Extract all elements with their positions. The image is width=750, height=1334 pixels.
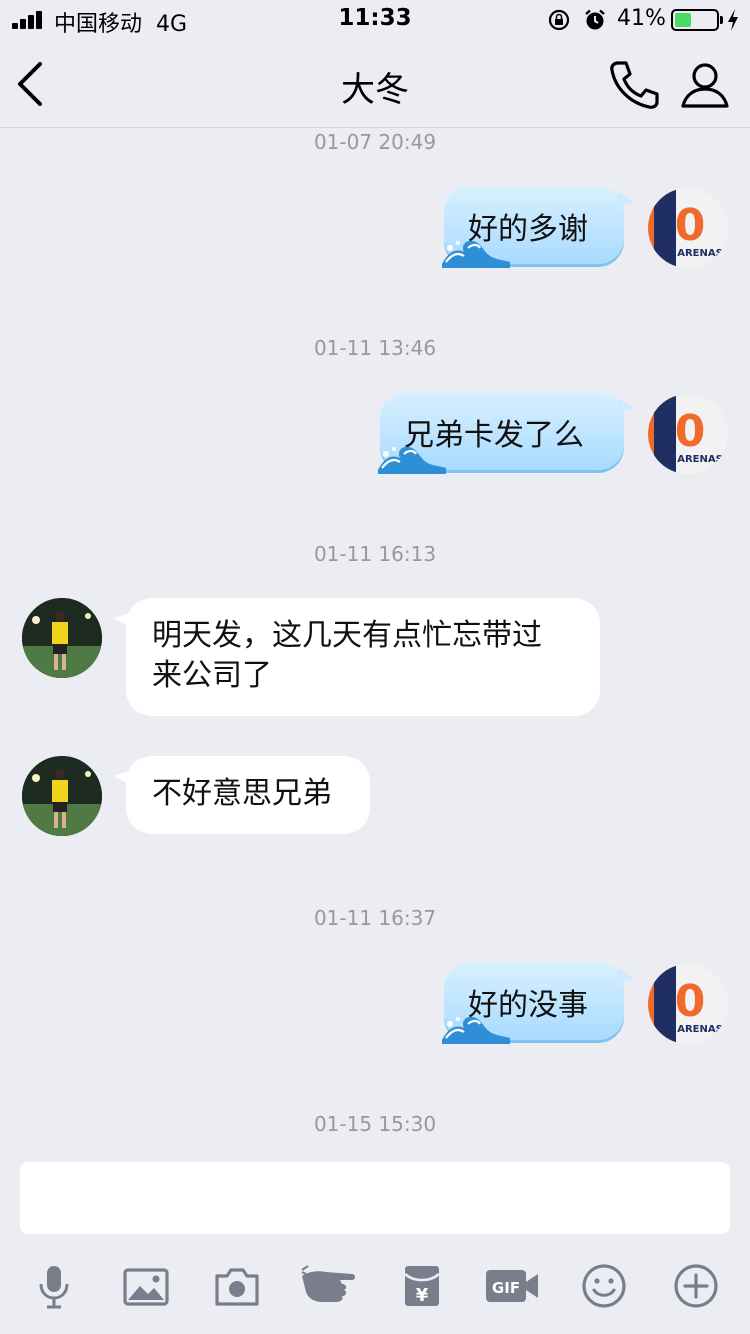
svg-text:ARENAS: ARENAS [677,454,723,465]
svg-text:GIF: GIF [492,1279,520,1297]
message-text: 明天发，这几天有点忙忘带过 [152,618,542,653]
wave-decoration-icon [442,1016,510,1044]
timestamp: 01-11 13:46 [313,336,437,360]
contact-photo-icon [22,598,102,678]
svg-text:ARENAS: ARENAS [677,1024,723,1035]
battery-percent: 41% [617,6,666,31]
chat-message-list[interactable]: 01-07 20:49 好的多谢 0 ARENAS 01-11 13:46 兄弟… [0,128,750,1158]
contact-photo-icon [22,756,102,836]
image-icon[interactable] [122,1262,170,1310]
message-text: 不好意思兄弟 [152,776,332,811]
poke-hand-icon[interactable] [300,1262,358,1310]
emoji-icon[interactable] [580,1262,628,1310]
person-icon[interactable] [678,58,732,112]
timestamp: 01-11 16:13 [313,542,437,566]
camera-icon[interactable] [213,1262,261,1310]
alarm-clock-icon [585,9,605,30]
arenas-logo-icon: 0 ARENAS [648,964,723,1044]
red-packet-icon[interactable]: ¥ [398,1262,446,1310]
outgoing-message-bubble[interactable]: 好的没事 [442,962,634,1044]
timestamp: 01-07 20:49 [313,130,437,154]
status-bar: 中国移动 4G 11:33 41% [0,0,750,40]
svg-text:¥: ¥ [416,1285,429,1306]
rotation-lock-icon [548,9,570,31]
incoming-message-bubble[interactable]: 明天发，这几天有点忙忘带过 来公司了 [114,598,600,716]
input-area: ¥ GIF [0,1158,750,1334]
my-avatar[interactable]: 0 ARENAS [648,964,728,1044]
svg-text:0: 0 [675,406,706,457]
message-text: 来公司了 [152,658,272,693]
my-avatar[interactable]: 0 ARENAS [648,188,728,268]
outgoing-message-bubble[interactable]: 好的多谢 [442,186,634,268]
svg-text:0: 0 [675,200,706,251]
wave-decoration-icon [442,240,510,268]
gif-icon[interactable]: GIF [484,1262,542,1310]
svg-text:0: 0 [675,976,706,1027]
plus-icon[interactable] [672,1262,720,1310]
contact-avatar[interactable] [22,598,102,678]
wave-decoration-icon [378,446,446,474]
arenas-logo-icon: 0 ARENAS [648,394,723,474]
incoming-message-bubble[interactable]: 不好意思兄弟 [114,756,370,834]
outgoing-message-bubble[interactable]: 兄弟卡发了么 [378,392,634,474]
arenas-logo-icon: 0 ARENAS [648,188,723,268]
svg-text:ARENAS: ARENAS [677,248,723,259]
timestamp: 01-15 15:30 [313,1112,437,1136]
phone-icon[interactable] [606,58,662,112]
charging-bolt-icon [728,9,738,31]
message-input[interactable] [20,1162,730,1234]
microphone-icon[interactable] [30,1262,78,1310]
my-avatar[interactable]: 0 ARENAS [648,394,728,474]
contact-avatar[interactable] [22,756,102,836]
nav-bar: 大冬 [0,40,750,128]
battery-icon [671,9,723,31]
timestamp: 01-11 16:37 [313,906,437,930]
